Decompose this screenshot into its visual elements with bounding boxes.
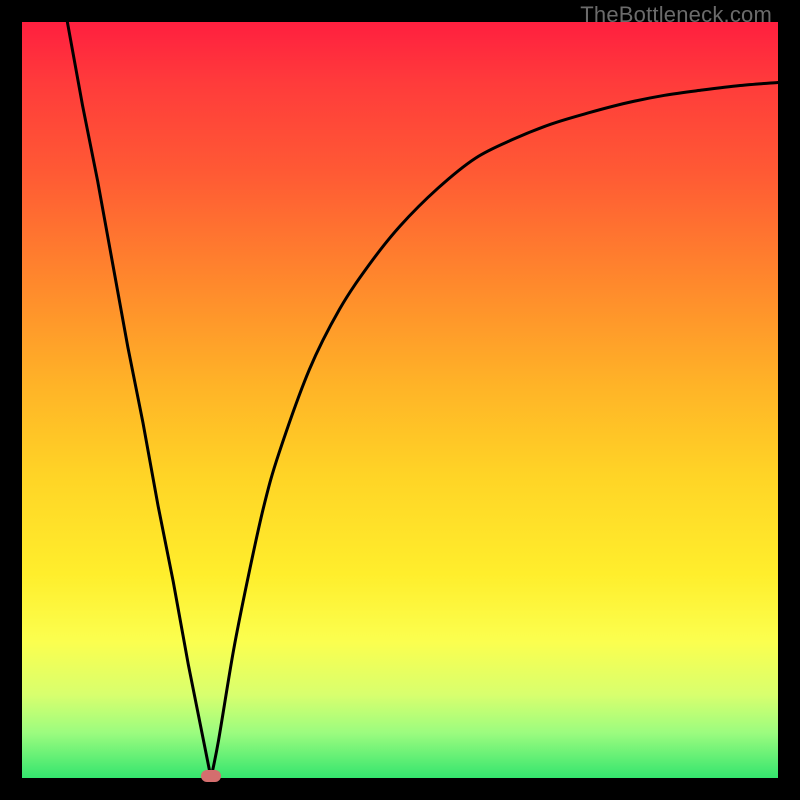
bottleneck-curve — [22, 22, 778, 778]
chart-frame: TheBottleneck.com — [0, 0, 800, 800]
min-point-marker — [201, 770, 221, 782]
plot-area — [22, 22, 778, 778]
